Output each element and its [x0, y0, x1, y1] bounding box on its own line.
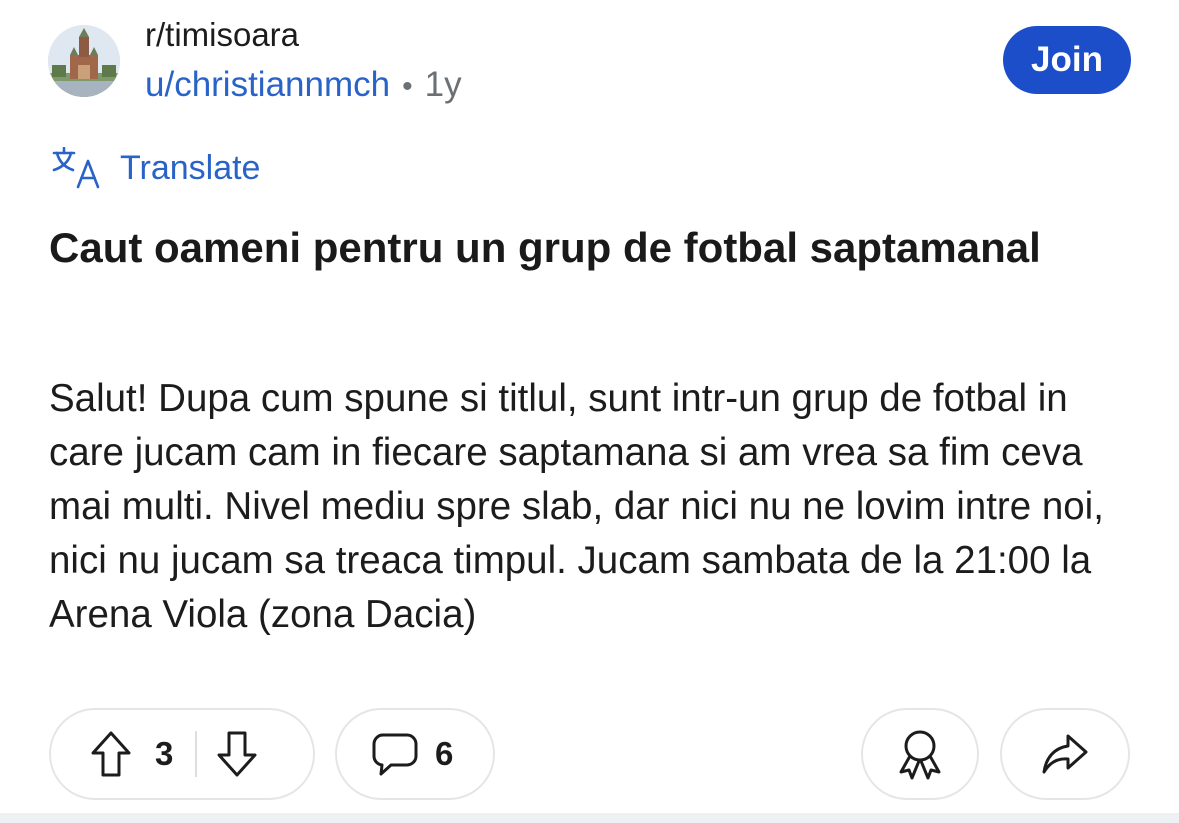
vote-divider — [195, 731, 198, 777]
upvote-button[interactable] — [89, 730, 133, 778]
subreddit-name[interactable]: r/timisoara — [145, 14, 299, 56]
arrow-down-icon — [217, 731, 257, 777]
post-age: 1y — [424, 65, 462, 104]
award-button[interactable] — [861, 708, 979, 800]
subreddit-avatar[interactable] — [48, 25, 120, 97]
join-button[interactable]: Join — [1003, 26, 1131, 94]
comment-icon-wrap — [371, 731, 419, 777]
speech-bubble-icon — [372, 733, 418, 776]
award-icon — [899, 730, 941, 780]
share-button[interactable] — [1000, 708, 1130, 800]
translate-label: Translate — [120, 149, 261, 187]
post-body: Salut! Dupa cum spune si titlul, sunt in… — [49, 377, 1104, 636]
translate-icon — [52, 147, 100, 189]
translate-button[interactable]: Translate — [52, 146, 260, 190]
downvote-button[interactable] — [215, 730, 259, 778]
vote-controls: 3 — [49, 708, 315, 800]
post-page: r/timisoara u/christiannmch • 1y Join Tran… — [0, 0, 1179, 823]
meta-separator: • — [402, 70, 413, 103]
arrow-up-icon — [91, 731, 131, 777]
vote-count: 3 — [155, 735, 174, 772]
feed-separator — [0, 813, 1179, 823]
post-title[interactable]: Caut oameni pentru un grup de fotbal sap… — [49, 221, 1049, 275]
cathedral-avatar-image — [48, 25, 120, 97]
comment-count: 6 — [435, 735, 454, 772]
share-icon — [1042, 734, 1088, 774]
comments-button[interactable]: 6 — [335, 708, 495, 800]
post-meta: u/christiannmch • 1y — [145, 63, 462, 109]
author-username[interactable]: u/christiannmch — [145, 65, 390, 104]
